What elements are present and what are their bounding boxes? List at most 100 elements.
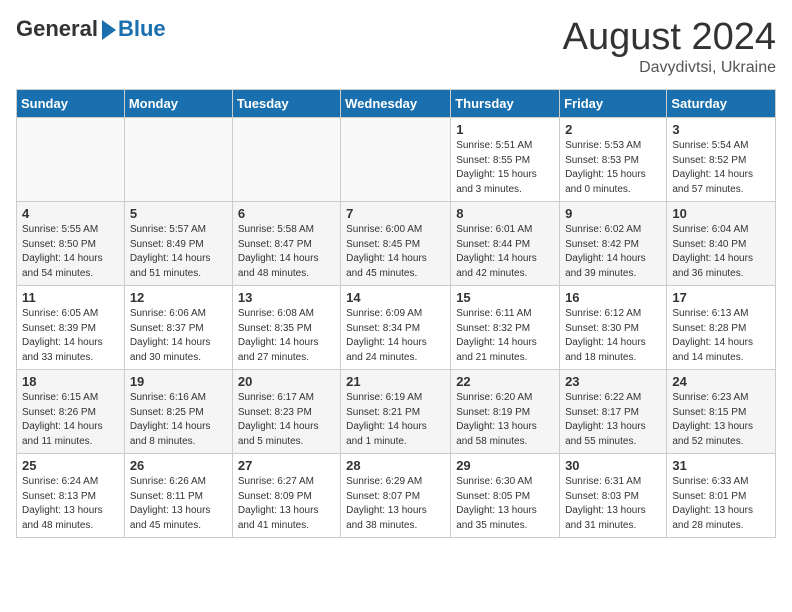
calendar-cell: 25 Sunrise: 6:24 AM Sunset: 8:13 PM Dayli… <box>17 454 125 538</box>
day-number: 15 <box>456 290 554 305</box>
day-number: 26 <box>130 458 227 473</box>
calendar-week-row: 25 Sunrise: 6:24 AM Sunset: 8:13 PM Dayli… <box>17 454 776 538</box>
col-header-saturday: Saturday <box>667 90 776 118</box>
day-info: Sunrise: 6:29 AM Sunset: 8:07 PM Dayligh… <box>346 475 445 533</box>
calendar-cell: 27Sunrise: 6:27 AM Sunset: 8:09 PM Dayli… <box>232 454 340 538</box>
day-info: Sunrise: 6:19 AM Sunset: 8:21 PM Dayligh… <box>346 391 445 449</box>
title-block: August 2024 Davydivtsi, Ukraine <box>563 16 776 77</box>
day-number: 9 <box>565 206 661 221</box>
day-info: Sunrise: 6:30 AM Sunset: 8:05 PM Dayligh… <box>456 475 554 533</box>
calendar-cell: 31 Sunrise: 6:33 AM Sunset: 8:01 PM Dayli… <box>667 454 776 538</box>
day-info: Sunrise: 6:04 AM Sunset: 8:40 PM Dayligh… <box>672 223 770 281</box>
col-header-tuesday: Tuesday <box>232 90 340 118</box>
col-header-thursday: Thursday <box>451 90 560 118</box>
day-info: Sunrise: 5:55 AM Sunset: 8:50 PM Dayligh… <box>22 223 119 281</box>
day-info: Sunrise: 6:13 AM Sunset: 8:28 PM Dayligh… <box>672 307 770 365</box>
day-info: Sunrise: 6:15 AM Sunset: 8:26 PM Dayligh… <box>22 391 119 449</box>
day-info: Sunrise: 6:11 AM Sunset: 8:32 PM Dayligh… <box>456 307 554 365</box>
day-info: Sunrise: 6:01 AM Sunset: 8:44 PM Dayligh… <box>456 223 554 281</box>
day-number: 29 <box>456 458 554 473</box>
calendar-cell: 21 Sunrise: 6:19 AM Sunset: 8:21 PM Dayli… <box>341 370 451 454</box>
logo-blue-text: Blue <box>118 16 166 42</box>
day-number: 14 <box>346 290 445 305</box>
day-info: Sunrise: 6:08 AM Sunset: 8:35 PM Dayligh… <box>238 307 335 365</box>
page-header: General Blue August 2024 Davydivtsi, Ukr… <box>16 16 776 77</box>
day-number: 8 <box>456 206 554 221</box>
day-info: Sunrise: 6:17 AM Sunset: 8:23 PM Dayligh… <box>238 391 335 449</box>
day-number: 18 <box>22 374 119 389</box>
day-info: Sunrise: 6:09 AM Sunset: 8:34 PM Dayligh… <box>346 307 445 365</box>
col-header-wednesday: Wednesday <box>341 90 451 118</box>
day-info: Sunrise: 6:00 AM Sunset: 8:45 PM Dayligh… <box>346 223 445 281</box>
calendar-cell <box>341 118 451 202</box>
day-number: 4 <box>22 206 119 221</box>
day-info: Sunrise: 5:51 AM Sunset: 8:55 PM Dayligh… <box>456 139 554 197</box>
calendar-cell: 23Sunrise: 6:22 AM Sunset: 8:17 PM Dayli… <box>560 370 667 454</box>
day-number: 6 <box>238 206 335 221</box>
calendar-cell: 7 Sunrise: 6:00 AM Sunset: 8:45 PM Daylig… <box>341 202 451 286</box>
day-number: 19 <box>130 374 227 389</box>
calendar-table: SundayMondayTuesdayWednesdayThursdayFrid… <box>16 89 776 538</box>
calendar-cell: 13 Sunrise: 6:08 AM Sunset: 8:35 PM Dayli… <box>232 286 340 370</box>
calendar-cell: 16 Sunrise: 6:12 AM Sunset: 8:30 PM Dayli… <box>560 286 667 370</box>
day-number: 30 <box>565 458 661 473</box>
calendar-cell <box>232 118 340 202</box>
day-info: Sunrise: 6:27 AM Sunset: 8:09 PM Dayligh… <box>238 475 335 533</box>
day-info: Sunrise: 6:20 AM Sunset: 8:19 PM Dayligh… <box>456 391 554 449</box>
day-info: Sunrise: 6:02 AM Sunset: 8:42 PM Dayligh… <box>565 223 661 281</box>
calendar-week-row: 18 Sunrise: 6:15 AM Sunset: 8:26 PM Dayli… <box>17 370 776 454</box>
calendar-week-row: 4 Sunrise: 5:55 AM Sunset: 8:50 PM Daylig… <box>17 202 776 286</box>
calendar-cell: 26 Sunrise: 6:26 AM Sunset: 8:11 PM Dayli… <box>124 454 232 538</box>
day-number: 7 <box>346 206 445 221</box>
calendar-cell: 9 Sunrise: 6:02 AM Sunset: 8:42 PM Daylig… <box>560 202 667 286</box>
day-info: Sunrise: 5:53 AM Sunset: 8:53 PM Dayligh… <box>565 139 661 197</box>
day-number: 13 <box>238 290 335 305</box>
day-number: 31 <box>672 458 770 473</box>
day-info: Sunrise: 6:26 AM Sunset: 8:11 PM Dayligh… <box>130 475 227 533</box>
day-info: Sunrise: 5:58 AM Sunset: 8:47 PM Dayligh… <box>238 223 335 281</box>
day-info: Sunrise: 6:12 AM Sunset: 8:30 PM Dayligh… <box>565 307 661 365</box>
calendar-cell <box>17 118 125 202</box>
day-info: Sunrise: 5:54 AM Sunset: 8:52 PM Dayligh… <box>672 139 770 197</box>
location-subtitle: Davydivtsi, Ukraine <box>563 59 776 77</box>
day-number: 5 <box>130 206 227 221</box>
calendar-cell: 3Sunrise: 5:54 AM Sunset: 8:52 PM Daylig… <box>667 118 776 202</box>
calendar-cell: 6 Sunrise: 5:58 AM Sunset: 8:47 PM Daylig… <box>232 202 340 286</box>
day-info: Sunrise: 6:31 AM Sunset: 8:03 PM Dayligh… <box>565 475 661 533</box>
calendar-week-row: 1 Sunrise: 5:51 AM Sunset: 8:55 PM Daylig… <box>17 118 776 202</box>
day-number: 11 <box>22 290 119 305</box>
calendar-cell: 22 Sunrise: 6:20 AM Sunset: 8:19 PM Dayli… <box>451 370 560 454</box>
calendar-cell: 19Sunrise: 6:16 AM Sunset: 8:25 PM Dayli… <box>124 370 232 454</box>
day-number: 20 <box>238 374 335 389</box>
day-info: Sunrise: 6:23 AM Sunset: 8:15 PM Dayligh… <box>672 391 770 449</box>
day-number: 16 <box>565 290 661 305</box>
logo-arrow-icon <box>102 20 116 40</box>
logo-general-text: General <box>16 16 98 42</box>
calendar-cell <box>124 118 232 202</box>
day-number: 10 <box>672 206 770 221</box>
calendar-cell: 14 Sunrise: 6:09 AM Sunset: 8:34 PM Dayli… <box>341 286 451 370</box>
day-number: 12 <box>130 290 227 305</box>
day-number: 28 <box>346 458 445 473</box>
calendar-cell: 11 Sunrise: 6:05 AM Sunset: 8:39 PM Dayli… <box>17 286 125 370</box>
day-number: 17 <box>672 290 770 305</box>
day-info: Sunrise: 6:06 AM Sunset: 8:37 PM Dayligh… <box>130 307 227 365</box>
month-year-title: August 2024 <box>563 16 776 59</box>
day-number: 22 <box>456 374 554 389</box>
col-header-friday: Friday <box>560 90 667 118</box>
day-info: Sunrise: 6:05 AM Sunset: 8:39 PM Dayligh… <box>22 307 119 365</box>
calendar-cell: 1 Sunrise: 5:51 AM Sunset: 8:55 PM Daylig… <box>451 118 560 202</box>
logo: General Blue <box>16 16 166 42</box>
day-info: Sunrise: 6:22 AM Sunset: 8:17 PM Dayligh… <box>565 391 661 449</box>
day-info: Sunrise: 6:24 AM Sunset: 8:13 PM Dayligh… <box>22 475 119 533</box>
col-header-monday: Monday <box>124 90 232 118</box>
day-info: Sunrise: 6:33 AM Sunset: 8:01 PM Dayligh… <box>672 475 770 533</box>
col-header-sunday: Sunday <box>17 90 125 118</box>
day-info: Sunrise: 5:57 AM Sunset: 8:49 PM Dayligh… <box>130 223 227 281</box>
day-number: 1 <box>456 122 554 137</box>
calendar-cell: 12 Sunrise: 6:06 AM Sunset: 8:37 PM Dayli… <box>124 286 232 370</box>
calendar-cell: 8 Sunrise: 6:01 AM Sunset: 8:44 PM Daylig… <box>451 202 560 286</box>
day-number: 25 <box>22 458 119 473</box>
calendar-cell: 18 Sunrise: 6:15 AM Sunset: 8:26 PM Dayli… <box>17 370 125 454</box>
day-number: 21 <box>346 374 445 389</box>
